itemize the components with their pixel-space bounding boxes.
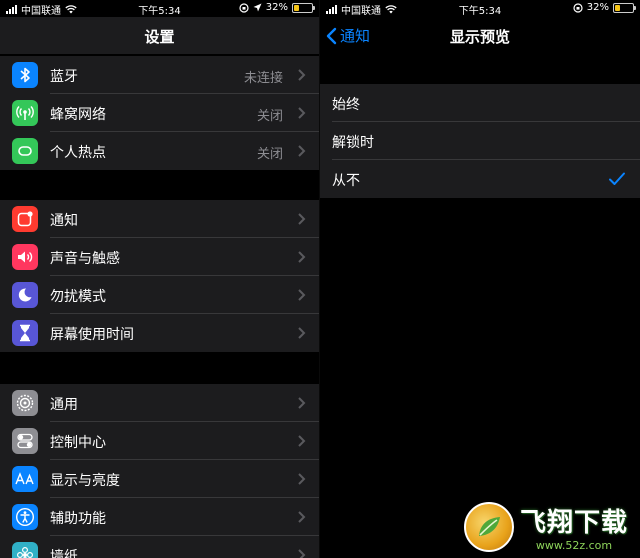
chevron-right-icon	[298, 397, 306, 409]
moon-icon	[12, 282, 38, 308]
settings-row-hotspot[interactable]: 个人热点 关闭	[0, 132, 319, 170]
nav-bar: 设置	[0, 17, 319, 54]
text-size-icon	[12, 466, 38, 492]
chevron-right-icon	[298, 251, 306, 263]
row-label: 墙纸	[50, 549, 78, 558]
leaf-logo-icon	[463, 502, 514, 552]
option-always[interactable]: 始终	[320, 84, 640, 122]
chevron-right-icon	[298, 107, 306, 119]
row-label: 显示与亮度	[50, 473, 120, 489]
status-bar: 中国联通 下午5:34 32%	[320, 0, 640, 17]
chevron-right-icon	[298, 327, 306, 339]
row-label: 声音与触感	[50, 251, 120, 267]
location-icon	[253, 3, 262, 12]
chevron-right-icon	[298, 549, 306, 558]
nav-bar: 通知 显示预览	[320, 17, 640, 54]
row-label: 蜂窝网络	[50, 107, 106, 123]
settings-row-screen-time[interactable]: 屏幕使用时间	[0, 314, 319, 352]
row-label: 蓝牙	[50, 69, 78, 85]
settings-row-display[interactable]: 显示与亮度	[0, 460, 319, 498]
gear-icon	[12, 390, 38, 416]
speaker-icon	[12, 244, 38, 270]
chevron-right-icon	[298, 69, 306, 81]
settings-group-connectivity: 蓝牙 未连接 蜂窝网络 关闭 个人热点 关闭	[0, 56, 319, 170]
chevron-right-icon	[298, 473, 306, 485]
show-previews-screen: 中国联通 下午5:34 32% 通知 显示预览 始终 解锁时 从不 飞翔下载 w…	[320, 0, 640, 558]
battery-percent: 32%	[586, 2, 609, 13]
row-label: 屏幕使用时间	[50, 327, 134, 343]
settings-screen: 中国联通 下午5:34 32% 设置 蓝牙 未连接 蜂窝网络 关闭 个人热点 关…	[0, 0, 319, 558]
settings-row-control-center[interactable]: 控制中心	[0, 422, 319, 460]
orientation-lock-icon	[239, 2, 249, 13]
option-label: 解锁时	[332, 135, 374, 151]
watermark-brand: 飞翔下载	[519, 508, 628, 538]
chevron-right-icon	[298, 511, 306, 523]
bluetooth-icon	[12, 62, 38, 88]
option-never[interactable]: 从不	[320, 160, 640, 198]
option-label: 从不	[332, 173, 360, 189]
settings-group-general: 通用 控制中心 显示与亮度 辅助功能 墙纸	[0, 384, 319, 558]
settings-row-cellular[interactable]: 蜂窝网络 关闭	[0, 94, 319, 132]
settings-row-general[interactable]: 通用	[0, 384, 319, 422]
watermark-url: www.52z.com	[535, 539, 613, 552]
row-label: 控制中心	[50, 435, 106, 451]
settings-row-notifications[interactable]: 通知	[0, 200, 319, 238]
watermark-logo: 飞翔下载 www.52z.com	[463, 502, 628, 552]
flower-icon	[12, 542, 38, 558]
row-value: 未连接	[243, 71, 283, 86]
chevron-right-icon	[298, 435, 306, 447]
chevron-right-icon	[298, 289, 306, 301]
hotspot-icon	[12, 138, 38, 164]
row-label: 通用	[50, 397, 78, 413]
battery-percent: 32%	[265, 2, 288, 13]
option-label: 始终	[332, 97, 360, 113]
row-value: 关闭	[256, 109, 283, 124]
row-value: 关闭	[256, 147, 283, 162]
hourglass-icon	[12, 320, 38, 346]
page-title: 显示预览	[449, 28, 510, 46]
notification-icon	[12, 206, 38, 232]
settings-group-notifications: 通知 声音与触感 勿扰模式 屏幕使用时间	[0, 200, 319, 352]
row-label: 辅助功能	[50, 511, 106, 527]
settings-row-do-not-disturb[interactable]: 勿扰模式	[0, 276, 319, 314]
checkmark-icon	[609, 172, 625, 185]
option-when-unlocked[interactable]: 解锁时	[320, 122, 640, 160]
preview-options-list: 始终 解锁时 从不	[320, 84, 640, 198]
chevron-right-icon	[298, 213, 306, 225]
orientation-lock-icon	[573, 2, 583, 13]
battery-icon	[613, 2, 636, 13]
settings-row-wallpaper[interactable]: 墙纸	[0, 536, 319, 558]
antenna-icon	[12, 100, 38, 126]
settings-row-sounds[interactable]: 声音与触感	[0, 238, 319, 276]
accessibility-icon	[12, 504, 38, 530]
settings-row-bluetooth[interactable]: 蓝牙 未连接	[0, 56, 319, 94]
row-label: 个人热点	[50, 145, 106, 161]
switches-icon	[12, 428, 38, 454]
row-label: 勿扰模式	[50, 289, 106, 305]
status-bar: 中国联通 下午5:34 32%	[0, 0, 319, 17]
chevron-right-icon	[298, 145, 306, 157]
row-label: 通知	[50, 213, 78, 229]
settings-row-accessibility[interactable]: 辅助功能	[0, 498, 319, 536]
page-title: 设置	[144, 28, 175, 46]
battery-icon	[292, 2, 315, 13]
